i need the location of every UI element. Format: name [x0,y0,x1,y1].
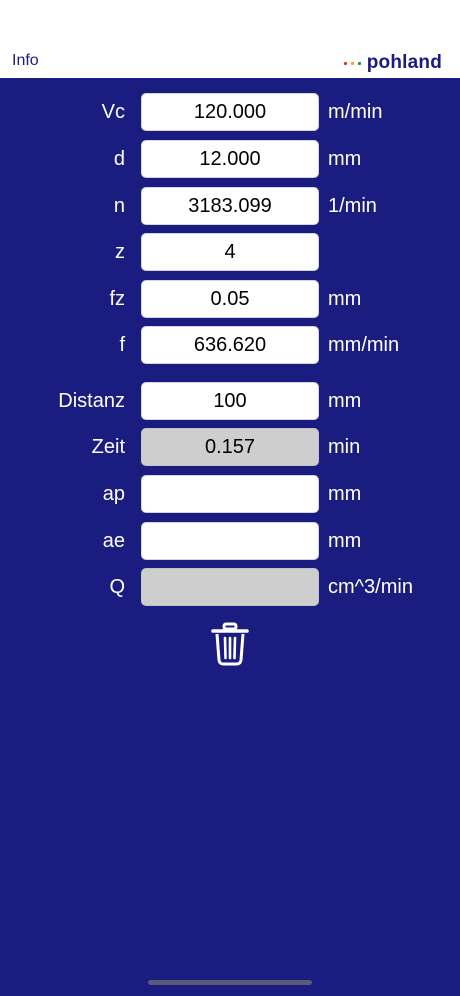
input-d[interactable]: 12.000 [141,140,319,178]
row-width-of-cut: ae mm [0,522,460,560]
label-q: Q [109,576,125,598]
logo-dots [343,61,361,65]
info-link[interactable]: Info [12,52,39,70]
logo-dot-green [357,61,361,65]
trash-icon[interactable] [210,622,250,666]
label-fz: fz [109,288,125,310]
unit-ap: mm [328,483,362,505]
input-z[interactable]: 4 [141,233,319,271]
unit-vc: m/min [328,101,383,123]
label-f: f [119,334,125,356]
input-fz[interactable]: 0.05 [141,280,319,318]
row-feed-rate: f 636.620 mm/min [0,326,460,364]
output-zeit: 0.157 [141,428,319,466]
row-teeth: z 4 [0,233,460,271]
label-ap: ap [102,483,125,505]
calculator-panel: Vc 120.000 m/min d 12.000 mm n 3183.099 … [0,78,460,996]
row-cutting-speed: Vc 120.000 m/min [0,93,460,131]
row-removal-rate: Q cm^3/min [0,568,460,606]
input-distanz[interactable]: 100 [141,382,319,420]
unit-n: 1/min [328,195,377,217]
pohland-logo: pohland [343,52,442,74]
unit-zeit: min [328,436,361,458]
row-speed: n 3183.099 1/min [0,187,460,225]
row-diameter: d 12.000 mm [0,140,460,178]
label-n: n [113,195,125,217]
label-d: d [113,148,125,170]
label-distanz: Distanz [58,390,125,412]
output-q [141,568,319,606]
input-ap[interactable] [141,475,319,513]
unit-f: mm/min [328,334,400,356]
input-n[interactable]: 3183.099 [141,187,319,225]
row-distance: Distanz 100 mm [0,382,460,420]
logo-text: pohland [366,52,442,73]
label-vc: Vc [101,101,125,123]
logo-dot-red [343,61,347,65]
label-ae: ae [102,530,125,552]
trash-icon-graphic [211,622,249,666]
row-feed-per-tooth: fz 0.05 mm [0,280,460,318]
logo-dot-orange [350,61,354,65]
row-depth-of-cut: ap mm [0,475,460,513]
unit-ae: mm [328,530,362,552]
label-z: z [115,241,125,263]
unit-d: mm [328,148,362,170]
input-f[interactable]: 636.620 [141,326,319,364]
navigation-bar: Info pohland [0,0,460,78]
row-time: Zeit 0.157 min [0,428,460,466]
label-zeit: Zeit [91,436,125,458]
home-indicator[interactable] [148,980,312,985]
unit-q: cm^3/min [328,576,413,598]
input-vc[interactable]: 120.000 [141,93,319,131]
unit-fz: mm [328,288,362,310]
input-ae[interactable] [141,522,319,560]
unit-distanz: mm [328,390,362,412]
